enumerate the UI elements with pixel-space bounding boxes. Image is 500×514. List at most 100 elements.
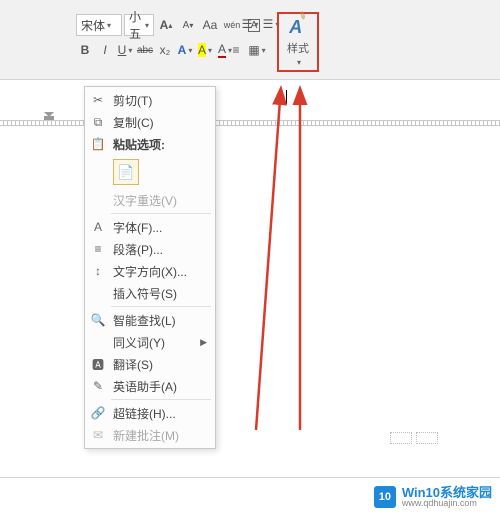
menu-font[interactable]: A 字体(F)...: [85, 216, 215, 238]
paragraph-row2: ≡ ▦▾: [226, 40, 267, 60]
chevron-down-icon: ▾: [107, 21, 111, 30]
watermark-logo: 10: [374, 486, 396, 508]
ruby-icon: wén: [224, 20, 241, 30]
assistant-icon: ✎: [89, 379, 107, 393]
menu-ime-reconvert: 汉字重选(V): [85, 189, 215, 211]
strike-icon: abc: [137, 45, 153, 56]
direction-icon: ↕: [89, 264, 107, 278]
italic-icon: I: [103, 43, 106, 57]
menu-copy-label: 复制(C): [113, 114, 207, 131]
sub-sup-button[interactable]: x₂: [156, 40, 174, 60]
bold-button[interactable]: B: [76, 40, 94, 60]
menu-font-label: 字体(F)...: [113, 219, 207, 236]
underline-button[interactable]: U▾: [116, 40, 134, 60]
menu-ime-label: 汉字重选(V): [113, 192, 207, 209]
menu-paste-label: 粘贴选项:: [113, 136, 207, 153]
menu-synonyms[interactable]: 同义词(Y) ▶: [85, 331, 215, 353]
menu-insert-symbol[interactable]: 插入符号(S): [85, 282, 215, 304]
ruler[interactable]: [0, 120, 500, 126]
chevron-down-icon: ▾: [188, 46, 192, 55]
shrink-font-button[interactable]: A▾: [178, 15, 198, 35]
clipboard-icon: 📄: [117, 164, 134, 181]
shrink-font-icon: A: [183, 20, 190, 31]
watermark: 10 Win10系统家园 www.qdhuajin.com: [374, 486, 492, 508]
chevron-down-icon: ▾: [262, 46, 266, 55]
text-effects-button[interactable]: A▾: [176, 40, 194, 60]
menu-hyperlink-label: 超链接(H)...: [113, 405, 207, 422]
shading-icon: ▦: [248, 43, 259, 57]
paste-icon: 📋: [89, 137, 107, 151]
change-case-button[interactable]: Aa: [200, 15, 220, 35]
highlight-button[interactable]: A▾: [196, 40, 214, 60]
font-group-row2: B I U▾ abc x₂ A▾ A▾ A▾: [76, 40, 234, 60]
styles-label: 样式: [287, 40, 309, 56]
menu-english-assistant[interactable]: ✎ 英语助手(A): [85, 375, 215, 397]
menu-separator: [111, 213, 211, 214]
font-size-value: 小五: [129, 8, 143, 42]
paste-keep-source-button[interactable]: 📄: [113, 159, 139, 185]
bullets-icon: ☰: [242, 17, 253, 31]
font-color-icon: A: [218, 42, 226, 58]
section-break-mark: [390, 432, 440, 444]
translate-icon: 🅰: [89, 356, 107, 373]
menu-paste-options: 📋 粘贴选项:: [85, 133, 215, 155]
menu-separator: [111, 306, 211, 307]
font-name-value: 宋体: [81, 17, 105, 34]
styles-button[interactable]: A ✎ 样式 ▾: [277, 12, 319, 72]
menu-smart-lookup[interactable]: 🔍 智能查找(L): [85, 309, 215, 331]
paragraph-row1: ☰▾ ☰▾: [240, 14, 281, 34]
chevron-down-icon: ▾: [254, 20, 258, 29]
bullets-button[interactable]: ☰▾: [240, 14, 260, 34]
cut-icon: ✂: [89, 93, 107, 107]
menu-translate[interactable]: 🅰 翻译(S): [85, 353, 215, 375]
menu-text-direction[interactable]: ↕ 文字方向(X)...: [85, 260, 215, 282]
highlight-icon: A: [198, 43, 206, 57]
font-size-select[interactable]: 小五▾: [124, 14, 154, 36]
menu-new-comment: ✉ 新建批注(M): [85, 424, 215, 446]
menu-smart-lookup-label: 智能查找(L): [113, 312, 207, 329]
italic-button[interactable]: I: [96, 40, 114, 60]
font-group-row1: 宋体▾ 小五▾ A▴ A▾ Aa wén A: [76, 14, 264, 36]
context-menu: ✂ 剪切(T) ⧉ 复制(C) 📋 粘贴选项: 📄 汉字重选(V) A 字体(F…: [84, 86, 216, 449]
menu-hyperlink[interactable]: 🔗 超链接(H)...: [85, 402, 215, 424]
link-icon: 🔗: [89, 406, 107, 420]
grow-font-button[interactable]: A▴: [156, 15, 176, 35]
chevron-down-icon: ▾: [208, 46, 212, 55]
menu-cut-label: 剪切(T): [113, 92, 207, 109]
chevron-down-icon: ▾: [145, 21, 149, 30]
menu-synonyms-label: 同义词(Y): [113, 334, 194, 351]
menu-english-label: 英语助手(A): [113, 378, 207, 395]
align-button[interactable]: ≡: [226, 40, 246, 60]
menu-paragraph[interactable]: ≡ 段落(P)...: [85, 238, 215, 260]
menu-comment-label: 新建批注(M): [113, 427, 207, 444]
strike-button[interactable]: abc: [136, 40, 154, 60]
chevron-down-icon: ▾: [297, 58, 301, 67]
comment-icon: ✉: [89, 428, 107, 442]
paste-options-row: 📄: [85, 155, 215, 189]
text-effects-icon: A: [178, 43, 187, 57]
menu-translate-label: 翻译(S): [113, 356, 207, 373]
menu-symbol-label: 插入符号(S): [113, 285, 207, 302]
menu-direction-label: 文字方向(X)...: [113, 263, 207, 280]
underline-icon: U: [118, 43, 127, 57]
menu-copy[interactable]: ⧉ 复制(C): [85, 111, 215, 133]
numbering-icon: ☰: [263, 17, 274, 31]
page-bottom-edge: [0, 477, 500, 478]
bold-icon: B: [81, 43, 90, 57]
watermark-line2: www.qdhuajin.com: [402, 499, 492, 508]
chevron-down-icon: ▾: [128, 46, 132, 55]
watermark-logo-text: 10: [379, 491, 391, 503]
shading-button[interactable]: ▦▾: [247, 40, 267, 60]
grow-font-icon: A: [160, 18, 169, 32]
ruby-button[interactable]: wén: [222, 15, 242, 35]
menu-cut[interactable]: ✂ 剪切(T): [85, 89, 215, 111]
chevron-right-icon: ▶: [200, 337, 207, 348]
search-icon: 🔍: [89, 313, 107, 327]
menu-separator: [111, 399, 211, 400]
align-icon: ≡: [232, 43, 239, 57]
paragraph-icon: ≡: [89, 242, 107, 256]
font-name-select[interactable]: 宋体▾: [76, 14, 122, 36]
menu-paragraph-label: 段落(P)...: [113, 241, 207, 258]
subscript-icon: x₂: [160, 43, 171, 57]
change-case-icon: Aa: [203, 18, 218, 32]
